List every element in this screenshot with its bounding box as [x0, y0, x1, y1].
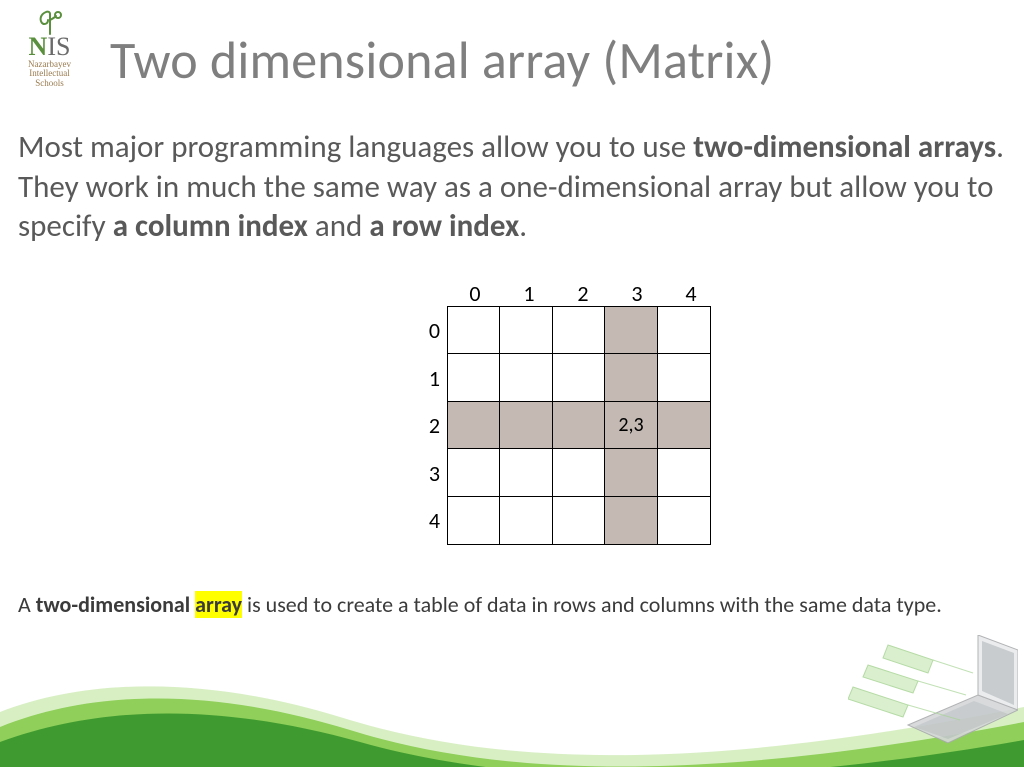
- matrix-cell: [447, 448, 501, 497]
- logo-swirl-icon: [12, 10, 87, 34]
- matrix-row: 4: [420, 497, 718, 545]
- matrix-cell: [552, 448, 606, 497]
- matrix-cell: [657, 306, 711, 355]
- col-label: 0: [448, 280, 502, 307]
- matrix-row: 22,3: [420, 402, 718, 450]
- laptop-icon: [848, 635, 1018, 765]
- row-label: 4: [420, 507, 448, 534]
- matrix-cell: [604, 306, 658, 355]
- matrix-row: 3: [420, 450, 718, 498]
- row-label: 1: [420, 365, 448, 392]
- matrix-cell: [447, 496, 501, 545]
- footer-decoration: [0, 647, 1024, 767]
- matrix-row: 1: [420, 355, 718, 403]
- matrix-cell: 2,3: [604, 401, 658, 450]
- matrix-row: 0: [420, 307, 718, 355]
- col-label: 2: [556, 280, 610, 307]
- col-label: 4: [664, 280, 718, 307]
- col-label: 1: [502, 280, 556, 307]
- matrix-cell: [499, 496, 553, 545]
- matrix-cell: [604, 448, 658, 497]
- matrix-body: 0122,334: [420, 307, 718, 545]
- matrix-cell: [552, 353, 606, 402]
- logo-abbr: NIS: [12, 34, 87, 60]
- matrix-cell: [447, 401, 501, 450]
- matrix-cell: [499, 353, 553, 402]
- intro-paragraph: Most major programming languages allow y…: [18, 128, 1006, 247]
- matrix-cell: [657, 401, 711, 450]
- row-label: 2: [420, 412, 448, 439]
- matrix-cell: [604, 353, 658, 402]
- matrix-cell: [657, 353, 711, 402]
- nis-logo: NIS Nazarbayev Intellectual Schools: [12, 10, 87, 88]
- logo-subtitle: Nazarbayev Intellectual Schools: [12, 60, 87, 88]
- matrix-cell: [552, 401, 606, 450]
- matrix-cell: [499, 401, 553, 450]
- row-label: 3: [420, 460, 448, 487]
- matrix-cell: [657, 448, 711, 497]
- matrix-diagram: 0 1 2 3 4 0122,334: [420, 280, 718, 545]
- col-label: 3: [610, 280, 664, 307]
- matrix-cell: [499, 448, 553, 497]
- wave-graphic-icon: [0, 672, 1024, 767]
- definition-paragraph: A two-dimensional array is used to creat…: [18, 586, 1006, 625]
- matrix-cell: [499, 306, 553, 355]
- matrix-cell: [447, 306, 501, 355]
- matrix-cell: [447, 353, 501, 402]
- matrix-cell: [657, 496, 711, 545]
- matrix-cell: [552, 306, 606, 355]
- slide-title: Two dimensional array (Matrix): [110, 28, 774, 92]
- row-label: 0: [420, 317, 448, 344]
- matrix-cell: [604, 496, 658, 545]
- column-headers: 0 1 2 3 4: [448, 280, 718, 307]
- matrix-cell: [552, 496, 606, 545]
